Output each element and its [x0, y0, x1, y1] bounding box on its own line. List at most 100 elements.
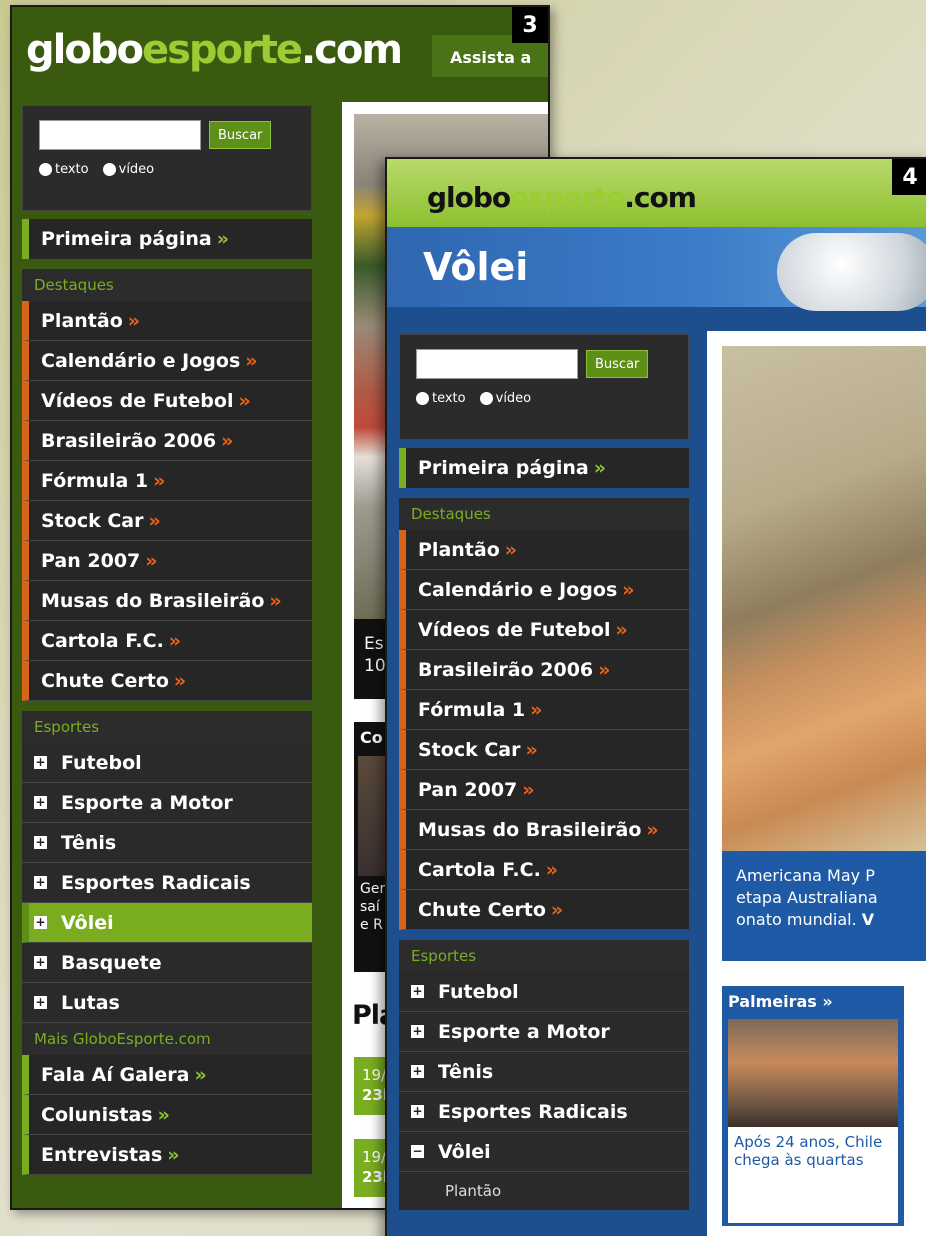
site-logo[interactable]: globoesporte.com: [26, 27, 403, 73]
sport-futebol[interactable]: + Futebol: [22, 743, 312, 783]
hero-caption[interactable]: Americana May P etapa Australiana onato …: [722, 851, 926, 961]
plus-icon: +: [411, 984, 424, 998]
menu-item-stockcar[interactable]: Stock Car»: [22, 501, 312, 541]
raquo-icon: »: [168, 629, 182, 652]
raquo-icon: »: [593, 457, 606, 479]
plus-icon: +: [34, 875, 47, 889]
text-line: saí: [360, 899, 380, 915]
menu-label: Fórmula 1: [418, 698, 526, 721]
menu-label: Vídeos de Futebol: [41, 389, 234, 412]
radio-text[interactable]: texto: [39, 162, 89, 177]
menu-item-pan2007[interactable]: Pan 2007»: [22, 541, 312, 581]
plus-icon: +: [34, 995, 47, 1009]
radio-video[interactable]: vídeo: [479, 391, 532, 406]
raquo-icon: »: [550, 898, 564, 921]
search-button[interactable]: Buscar: [209, 121, 272, 149]
sport-label: Futebol: [61, 751, 142, 774]
sport-radicais[interactable]: + Esportes Radicais: [22, 863, 312, 903]
sport-tenis[interactable]: + Tênis: [399, 1052, 689, 1092]
menu-item-colunistas[interactable]: Colunistas»: [22, 1095, 312, 1135]
section-header-mais: Mais GloboEsporte.com: [22, 1023, 312, 1055]
site-logo[interactable]: globoesporte.com: [427, 181, 697, 214]
radio-label: vídeo: [495, 391, 532, 406]
menu-item-musas[interactable]: Musas do Brasileirão»: [399, 810, 689, 850]
sport-volei[interactable]: + Vôlei: [22, 903, 312, 943]
header-bar: globoesporte.com: [387, 159, 926, 227]
sport-esporte-motor[interactable]: + Esporte a Motor: [22, 783, 312, 823]
menu-item-brasileirao[interactable]: Brasileirão 2006»: [22, 421, 312, 461]
sport-esporte-motor[interactable]: + Esporte a Motor: [399, 1012, 689, 1052]
menu-label: Chute Certo: [418, 898, 546, 921]
menu-item-pan2007[interactable]: Pan 2007»: [399, 770, 689, 810]
menu-item-videos[interactable]: Vídeos de Futebol»: [22, 381, 312, 421]
raquo-icon: »: [148, 509, 161, 532]
menu-item-plantao[interactable]: Plantão»: [399, 530, 689, 570]
menu-item-cartola[interactable]: Cartola F.C.»: [22, 621, 312, 661]
sport-label: Vôlei: [438, 1140, 491, 1163]
sport-lutas[interactable]: + Lutas: [22, 983, 312, 1023]
menu-primeira-pagina[interactable]: Primeira página»: [22, 219, 312, 259]
logo-part-accent: esporte: [141, 27, 303, 73]
main-content: Americana May P etapa Australiana onato …: [707, 331, 926, 1236]
sport-volei[interactable]: − Vôlei: [399, 1132, 689, 1172]
menu-label: Musas do Brasileirão: [418, 818, 642, 841]
menu-label: Colunistas: [41, 1103, 153, 1126]
esportes-group: Esportes + Futebol + Esporte a Motor + Têni…: [22, 711, 312, 1175]
menu-item-calendario[interactable]: Calendário e Jogos»: [22, 341, 312, 381]
plus-icon: +: [34, 795, 47, 809]
radio-label: texto: [55, 162, 89, 177]
sport-label: Esporte a Motor: [438, 1020, 610, 1043]
raquo-icon: »: [157, 1103, 170, 1126]
sport-label: Basquete: [61, 951, 162, 974]
section-banner: Vôlei: [387, 227, 926, 311]
menu-item-formula1[interactable]: Fórmula 1»: [399, 690, 689, 730]
menu-item-entrevistas[interactable]: Entrevistas»: [22, 1135, 312, 1175]
plus-icon: +: [34, 955, 47, 969]
text-line: Ger: [360, 881, 386, 897]
search-input[interactable]: [39, 120, 201, 150]
plus-icon: +: [411, 1024, 424, 1038]
raquo-icon: »: [245, 349, 258, 372]
search-button[interactable]: Buscar: [586, 350, 649, 378]
sport-label: Futebol: [438, 980, 519, 1003]
sport-futebol[interactable]: + Futebol: [399, 972, 689, 1012]
menu-item-fala-ai[interactable]: Fala Aí Galera»: [22, 1055, 312, 1095]
hero-photo[interactable]: [722, 346, 926, 851]
radio-dot-icon: [416, 392, 429, 405]
menu-item-plantao[interactable]: Plantão»: [22, 301, 312, 341]
search-input[interactable]: [416, 349, 578, 379]
menu-label: Primeira página: [418, 457, 589, 479]
menu-item-chute-certo[interactable]: Chute Certo»: [399, 890, 689, 930]
raquo-icon: »: [615, 618, 628, 641]
menu-primeira-pagina[interactable]: Primeira página»: [399, 448, 689, 488]
menu-item-stockcar[interactable]: Stock Car»: [399, 730, 689, 770]
raquo-icon: »: [167, 1143, 180, 1166]
raquo-icon: »: [127, 309, 141, 332]
caption-text: onato mundial.: [736, 910, 857, 929]
menu-label: Plantão: [41, 309, 123, 332]
menu-label: Calendário e Jogos: [41, 349, 241, 372]
section-header-esportes: Esportes: [399, 940, 689, 972]
news-card[interactable]: Palmeiras » Após 24 anos, Chile chega às…: [722, 986, 904, 1226]
sport-basquete[interactable]: + Basquete: [22, 943, 312, 983]
raquo-icon: »: [194, 1063, 207, 1086]
search-box: Buscar texto vídeo: [399, 334, 689, 440]
sport-tenis[interactable]: + Tênis: [22, 823, 312, 863]
caption-link[interactable]: V: [862, 910, 874, 929]
radio-video[interactable]: vídeo: [102, 162, 154, 177]
menu-item-formula1[interactable]: Fórmula 1»: [22, 461, 312, 501]
menu-item-calendario[interactable]: Calendário e Jogos»: [399, 570, 689, 610]
sub-item-plantao[interactable]: Plantão: [399, 1172, 689, 1210]
sport-label: Tênis: [61, 831, 117, 854]
menu-item-brasileirao[interactable]: Brasileirão 2006»: [399, 650, 689, 690]
sport-radicais[interactable]: + Esportes Radicais: [399, 1092, 689, 1132]
menu-label: Stock Car: [418, 738, 521, 761]
caption-line: etapa Australiana: [736, 888, 878, 907]
menu-item-cartola[interactable]: Cartola F.C.»: [399, 850, 689, 890]
news-card-title[interactable]: Palmeiras »: [728, 992, 898, 1011]
menu-item-chute-certo[interactable]: Chute Certo»: [22, 661, 312, 701]
radio-text[interactable]: texto: [416, 391, 466, 406]
caption-line: onato mundial. V: [736, 909, 918, 931]
menu-item-videos[interactable]: Vídeos de Futebol»: [399, 610, 689, 650]
menu-item-musas[interactable]: Musas do Brasileirão»: [22, 581, 312, 621]
